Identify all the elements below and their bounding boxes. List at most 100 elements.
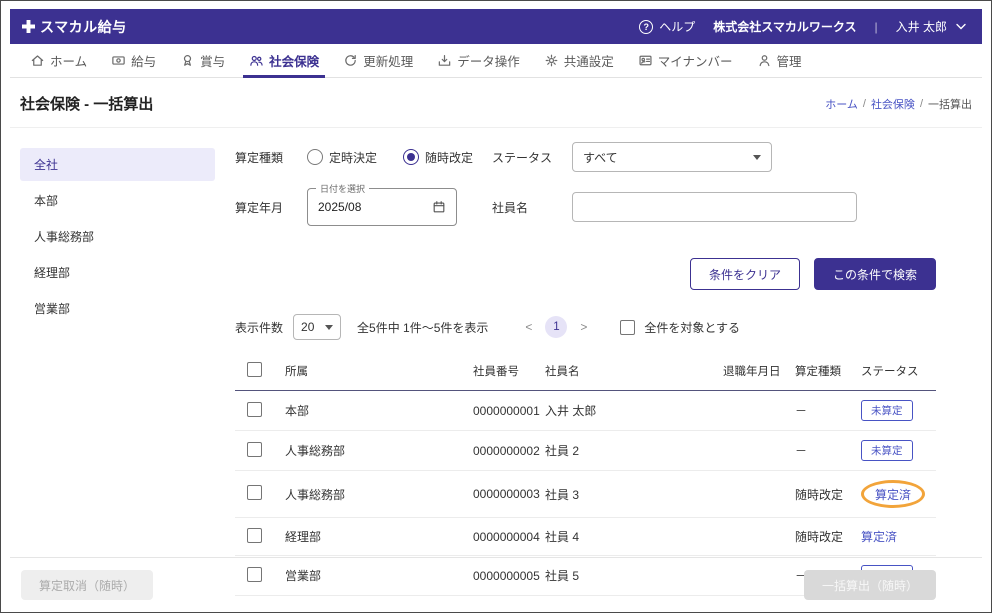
pagination: < 1 >: [522, 316, 590, 338]
table-row: 人事総務部 0000000002 社員 2 － 未算定: [235, 431, 936, 471]
header-separator: |: [875, 20, 878, 34]
calc-month-datefield[interactable]: 日付を選択 2025/08: [307, 188, 457, 226]
main-nav: ホーム 給与 賞与 社会保険 更新処理 データ操作 共通設定 マイナンバー: [10, 44, 982, 78]
row-checkbox[interactable]: [247, 442, 262, 457]
page-size-label: 表示件数: [235, 319, 283, 336]
nav-item-bonus[interactable]: 賞与: [168, 44, 237, 77]
cell-retirement-date: [719, 431, 791, 471]
row-checkbox[interactable]: [247, 485, 262, 500]
nav-label: 更新処理: [363, 51, 413, 70]
dropdown-caret-icon: [753, 155, 761, 160]
status-calculated-link[interactable]: 算定済: [875, 486, 911, 503]
radio-scheduled-decision[interactable]: 定時決定: [307, 149, 377, 166]
refresh-icon: [343, 53, 358, 68]
department-sidebar: 全社 本部 人事総務部 経理部 営業部: [20, 142, 215, 557]
cancel-calculation-button[interactable]: 算定取消（随時）: [21, 570, 153, 600]
status-calculated-link[interactable]: 算定済: [861, 530, 897, 544]
cell-department: 人事総務部: [281, 431, 469, 471]
sidebar-item-hr-general-affairs[interactable]: 人事総務部: [20, 220, 215, 253]
cell-department: 人事総務部: [281, 471, 469, 518]
person-icon: [757, 53, 772, 68]
column-header-retirement-date: 退職年月日: [719, 352, 791, 391]
cell-calc-type: －: [791, 391, 857, 431]
status-select[interactable]: すべて: [572, 142, 772, 172]
app-logo: スマカル給与: [22, 17, 127, 37]
select-all-checkbox[interactable]: [247, 362, 262, 377]
cell-name: 社員 3: [541, 471, 719, 518]
nav-label: マイナンバー: [658, 51, 733, 70]
cell-employee-no: 0000000003: [469, 471, 541, 518]
breadcrumb-home[interactable]: ホーム: [825, 96, 858, 112]
cell-name: 社員 4: [541, 518, 719, 556]
nav-item-payroll[interactable]: 給与: [99, 44, 168, 77]
nav-label: 給与: [131, 51, 156, 70]
breadcrumb-separator: /: [863, 98, 866, 110]
nav-item-my-number[interactable]: マイナンバー: [626, 44, 745, 77]
page-size-select[interactable]: 20: [293, 314, 341, 340]
nav-item-common-settings[interactable]: 共通設定: [532, 44, 626, 77]
sidebar-item-all-company[interactable]: 全社: [20, 148, 215, 181]
nav-item-home[interactable]: ホーム: [18, 44, 99, 77]
select-all-target-checkbox[interactable]: [620, 320, 635, 335]
breadcrumb-separator: /: [920, 98, 923, 110]
search-button[interactable]: この条件で検索: [814, 258, 936, 290]
filter-row-1: 算定種類 定時決定 随時改定 ステータス すべ: [235, 142, 936, 172]
column-header-calc-type: 算定種類: [791, 352, 857, 391]
next-page-button[interactable]: >: [577, 320, 590, 334]
datefield-float-label: 日付を選択: [316, 182, 369, 195]
status-badge: 未算定: [861, 440, 913, 461]
result-summary: 全5件中 1件〜5件を表示: [357, 319, 488, 336]
column-header-department: 所属: [281, 352, 469, 391]
calc-month-label: 算定年月: [235, 199, 307, 216]
table-row: 本部 0000000001 入井 太郎 － 未算定: [235, 391, 936, 431]
radio-unchecked-icon: [307, 149, 323, 165]
nav-item-admin[interactable]: 管理: [745, 44, 814, 77]
status-badge: 未算定: [861, 400, 913, 421]
radio-occasional-revision[interactable]: 随時改定: [403, 149, 473, 166]
top-header-right: ? ヘルプ 株式会社スマカルワークス | 入井 太郎: [639, 18, 966, 35]
chevron-down-icon: [956, 23, 966, 30]
calc-type-radio-group: 定時決定 随時改定: [307, 149, 473, 166]
nav-label: 管理: [777, 51, 802, 70]
sidebar-item-headquarters[interactable]: 本部: [20, 184, 215, 217]
row-checkbox[interactable]: [247, 402, 262, 417]
main-panel: 算定種類 定時決定 随時改定 ステータス すべ: [215, 142, 936, 557]
gear-icon: [544, 53, 559, 68]
filter-row-2: 算定年月 日付を選択 2025/08 社員名: [235, 188, 936, 226]
id-card-icon: [638, 53, 653, 68]
nav-label: データ操作: [457, 51, 520, 70]
row-checkbox[interactable]: [247, 528, 262, 543]
cell-calc-type: －: [791, 431, 857, 471]
cell-calc-type: 随時改定: [791, 518, 857, 556]
cell-department: 経理部: [281, 518, 469, 556]
user-menu[interactable]: 入井 太郎: [896, 18, 966, 35]
help-button[interactable]: ? ヘルプ: [639, 18, 695, 35]
clear-conditions-button[interactable]: 条件をクリア: [690, 258, 800, 290]
radio-label: 随時改定: [425, 149, 473, 166]
dropdown-caret-icon: [325, 325, 333, 330]
current-page-button[interactable]: 1: [545, 316, 567, 338]
calendar-icon[interactable]: [432, 200, 446, 214]
cell-name: 入井 太郎: [541, 391, 719, 431]
cell-employee-no: 0000000001: [469, 391, 541, 431]
nav-item-social-insurance[interactable]: 社会保険: [237, 44, 331, 77]
cell-name: 社員 2: [541, 431, 719, 471]
page-title-row: 社会保険 - 一括算出 ホーム / 社会保険 / 一括算出: [10, 78, 982, 128]
prev-page-button[interactable]: <: [522, 320, 535, 334]
nav-item-update-process[interactable]: 更新処理: [331, 44, 425, 77]
employee-name-input[interactable]: [572, 192, 857, 222]
sidebar-item-sales[interactable]: 営業部: [20, 292, 215, 325]
sidebar-item-accounting[interactable]: 経理部: [20, 256, 215, 289]
calc-type-label: 算定種類: [235, 149, 307, 166]
help-label: ヘルプ: [659, 18, 695, 35]
batch-calculate-button[interactable]: 一括算出（随時）: [804, 570, 936, 600]
breadcrumb-current: 一括算出: [928, 96, 972, 112]
data-transfer-icon: [437, 53, 452, 68]
nav-item-data-operations[interactable]: データ操作: [425, 44, 532, 77]
content-area: 全社 本部 人事総務部 経理部 営業部 算定種類 定時決定: [10, 128, 982, 557]
radio-checked-icon: [403, 149, 419, 165]
footer-action-bar: 算定取消（随時） 一括算出（随時）: [10, 557, 982, 604]
employee-name-label: 社員名: [492, 199, 572, 216]
help-icon: ?: [639, 20, 653, 34]
breadcrumb-social-insurance[interactable]: 社会保険: [871, 96, 915, 112]
